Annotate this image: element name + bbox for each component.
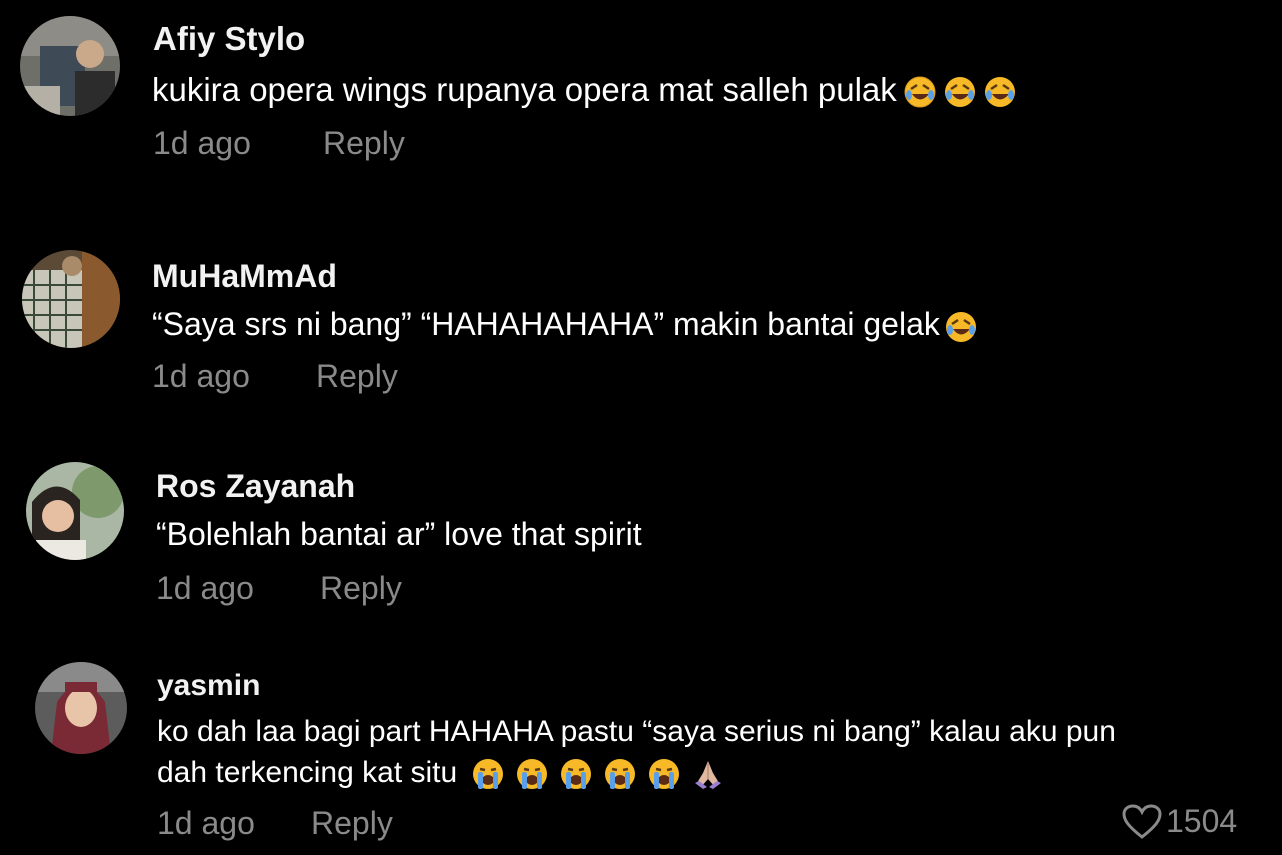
comment-timestamp: 1d ago	[156, 570, 254, 606]
crying-face-icon	[561, 759, 592, 790]
reply-button[interactable]: Reply	[320, 570, 402, 607]
avatar[interactable]	[26, 462, 124, 560]
like-button[interactable]: 1504	[1122, 803, 1237, 840]
comment-text-content: “Saya srs ni bang” “HAHAHAHAHA” makin ba…	[152, 306, 940, 342]
avatar[interactable]	[22, 250, 120, 348]
crying-face-icon	[649, 759, 680, 790]
comment-timestamp: 1d ago	[153, 125, 251, 161]
crying-face-icon	[473, 759, 504, 790]
rofl-icon	[984, 77, 1015, 108]
comment-timestamp: 1d ago	[152, 358, 250, 394]
comment-timestamp: 1d ago	[157, 805, 255, 841]
emoji-group	[944, 310, 978, 344]
comment-text-content: “Bolehlah bantai ar” love that spirit	[156, 516, 642, 552]
comment-text-line: ko dah laa bagi part HAHAHA pastu “saya …	[157, 715, 1116, 748]
comment-username[interactable]: yasmin	[157, 669, 260, 703]
rofl-icon	[904, 76, 936, 108]
rofl-icon	[944, 77, 975, 108]
comment-text: dah terkencing kat situ	[157, 756, 725, 791]
avatar[interactable]	[20, 16, 120, 116]
comment-text: kukira opera wings rupanya opera mat sal…	[152, 71, 1017, 109]
crying-face-icon	[605, 759, 636, 790]
emoji-group	[903, 75, 1017, 109]
heart-icon	[1122, 803, 1162, 839]
comment-text-content: dah terkencing kat situ	[157, 756, 458, 789]
emoji-group	[471, 757, 725, 791]
comment-item: yasmin ko dah laa bagi part HAHAHA pastu…	[0, 655, 1282, 855]
folded-hands-icon	[695, 761, 722, 790]
reply-button[interactable]: Reply	[311, 805, 393, 842]
comment-item: Ros Zayanah “Bolehlah bantai ar” love th…	[0, 450, 1282, 630]
rofl-icon	[945, 311, 976, 342]
comment-item: MuHaMmAd “Saya srs ni bang” “HAHAHAHAHA”…	[0, 240, 1282, 420]
comment-item: Afiy Stylo kukira opera wings rupanya op…	[0, 0, 1282, 200]
like-count: 1504	[1166, 803, 1238, 839]
comment-username[interactable]: MuHaMmAd	[152, 258, 337, 295]
crying-face-icon	[517, 759, 548, 790]
reply-button[interactable]: Reply	[323, 125, 405, 162]
avatar[interactable]	[35, 662, 127, 754]
comment-text-content: kukira opera wings rupanya opera mat sal…	[152, 71, 897, 108]
reply-button[interactable]: Reply	[316, 358, 398, 395]
comment-text: “Bolehlah bantai ar” love that spirit	[156, 516, 642, 553]
comment-text: “Saya srs ni bang” “HAHAHAHAHA” makin ba…	[152, 306, 978, 344]
comment-username[interactable]: Afiy Stylo	[153, 20, 305, 58]
comment-username[interactable]: Ros Zayanah	[156, 468, 355, 505]
